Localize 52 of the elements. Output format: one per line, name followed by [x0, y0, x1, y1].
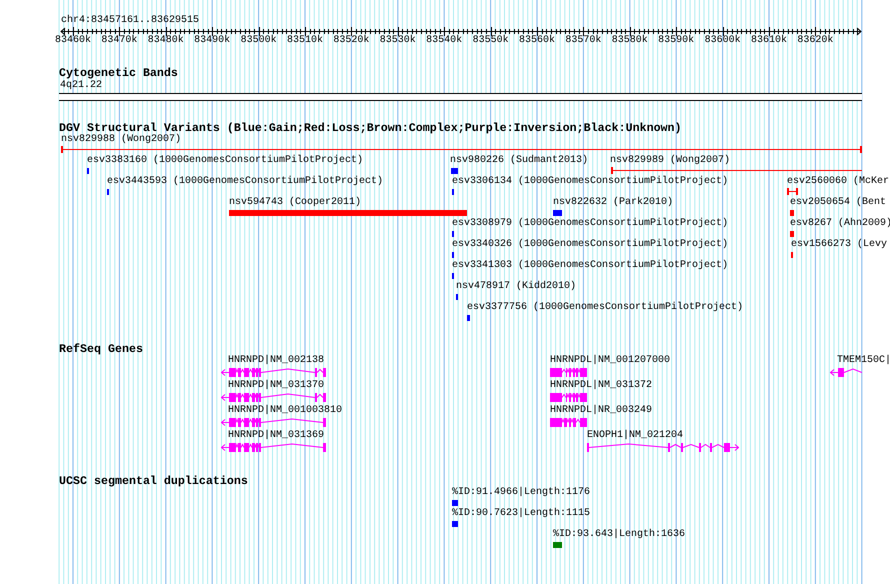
tick-label: 83500k [240, 35, 277, 47]
tick-label: 83520k [333, 35, 370, 47]
feature-label: esv3341303 (1000GenomesConsortiumPilotProject) [452, 260, 728, 272]
feature-label: ENOPH1|NM_021204 [587, 430, 684, 442]
tick-label: 83540k [426, 35, 462, 47]
feature-label: nsv829989 (Wong2007) [610, 155, 730, 167]
feature-label: esv1566273 (Levy [791, 239, 888, 251]
track-title: RefSeq Genes [59, 342, 143, 356]
tick-label: 83550k [472, 35, 509, 47]
feature-label: esv2560060 (McKer [787, 176, 890, 188]
feature-label: HNRNPDL|NM_001207000 [550, 355, 670, 367]
tick-label: 83570k [565, 35, 602, 47]
tick-label: 83620k [797, 35, 834, 47]
tick-label: 83610k [751, 35, 787, 47]
track-title: UCSC segmental duplications [59, 474, 248, 488]
location-label: chr4:83457161..83629515 [61, 15, 200, 27]
feature-label: %ID:91.4966|Length:1176 [452, 487, 590, 499]
feature-label: %ID:90.7623|Length:1115 [452, 508, 590, 520]
tick-label: 83460k [55, 35, 91, 47]
feature-label: esv3306134 (1000GenomesConsortiumPilotProject) [452, 176, 728, 188]
feature-label: HNRNPD|NM_031370 [228, 380, 324, 392]
tick-label: 83590k [658, 35, 694, 47]
tick-label: 83530k [380, 35, 416, 47]
feature-label: HNRNPD|NM_002138 [228, 355, 324, 367]
track-title: DGV Structural Variants (Blue:Gain;Red:Loss;Brown:Complex;Purple:Inversion;Black:Unknown) [59, 121, 682, 135]
band-label: 4q21.22 [60, 80, 102, 92]
feature-label: esv3308979 (1000GenomesConsortiumPilotProject) [452, 218, 728, 230]
feature-label: nsv829988 (Wong2007) [61, 134, 182, 146]
feature-label: esv8267 (Ahn2009) [790, 218, 890, 230]
feature-label: HNRNPDL|NM_031372 [550, 380, 652, 392]
feature-label: nsv822632 (Park2010) [553, 197, 674, 209]
tick-label: 83580k [612, 35, 648, 47]
tick-label: 83480k [148, 35, 184, 47]
feature-label: esv3377756 (1000GenomesConsortiumPilotProject) [467, 302, 744, 314]
feature-label: esv3443593 (1000GenomesConsortiumPilotProject) [107, 176, 384, 188]
feature-label: %ID:93.643|Length:1636 [553, 529, 686, 541]
feature-label: esv3340326 (1000GenomesConsortiumPilotProject) [452, 239, 728, 251]
feature-label: HNRNPD|NM_001003810 [228, 405, 342, 417]
feature-label: HNRNPD|NM_031369 [228, 430, 324, 442]
feature-label: nsv478917 (Kidd2010) [456, 281, 576, 293]
tick-label: 83470k [101, 35, 138, 47]
feature-label: TMEM150C| [837, 355, 890, 367]
tick-label: 83490k [194, 35, 230, 47]
feature-label: esv3383160 (1000GenomesConsortiumPilotProject) [87, 155, 364, 167]
feature-label: HNRNPDL|NR_003249 [550, 405, 652, 417]
tick-label: 83600k [704, 35, 741, 47]
feature-label: nsv980226 (Sudmant2013) [450, 155, 588, 167]
feature-label: nsv594743 (Cooper2011) [229, 197, 362, 209]
tick-label: 83560k [519, 35, 555, 47]
feature-label: esv2050654 (Bent [790, 197, 886, 209]
tick-label: 83510k [287, 35, 323, 47]
track-title: Cytogenetic Bands [59, 66, 178, 80]
